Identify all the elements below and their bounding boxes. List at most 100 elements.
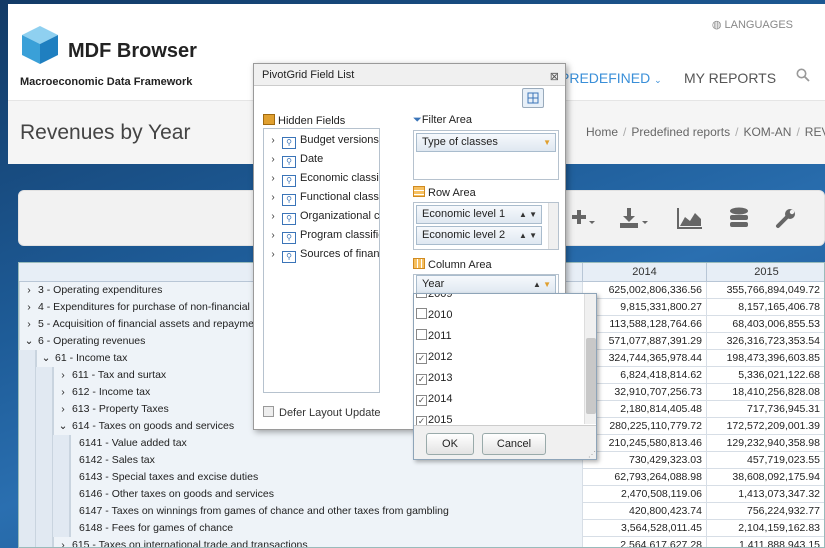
hidden-field-item[interactable]: ›⚲ Functional classification — [264, 188, 379, 207]
cancel-button[interactable]: Cancel — [482, 433, 546, 455]
year-option[interactable]: ✓ 2014 — [416, 389, 452, 410]
expand-chevron-icon[interactable]: › — [264, 188, 282, 207]
expand-chevron-icon[interactable]: › — [264, 169, 282, 188]
row-area-box[interactable]: Economic level 1 ▲ ▼ Economic level 2 ▲ … — [413, 202, 559, 250]
expand-chevron-icon[interactable]: › — [264, 131, 282, 150]
column-field-year[interactable]: Year ▲ ▼ — [416, 275, 556, 294]
checkbox-checked[interactable]: ✓ — [416, 374, 427, 385]
column-header-2014[interactable]: 2014 — [582, 263, 706, 282]
year-option[interactable]: 2011 — [416, 326, 452, 347]
row-label-text: 6147 - Taxes on winnings from games of c… — [79, 505, 449, 517]
expand-chevron-icon[interactable]: › — [22, 282, 36, 299]
dialog-title-bar[interactable]: PivotGrid Field List ⊠ — [254, 64, 565, 86]
layout-toggle-button[interactable] — [522, 88, 544, 108]
indent-spacer — [36, 418, 53, 435]
filter-area-box[interactable]: Type of classes ▼ — [413, 130, 559, 180]
indent-spacer — [36, 520, 53, 537]
search-icon[interactable] — [796, 68, 810, 87]
filter-field-type-of-classes[interactable]: Type of classes ▼ — [416, 133, 556, 152]
breadcrumb-predefined[interactable]: Predefined reports — [631, 125, 730, 139]
year-option[interactable]: ✓ 2012 — [416, 347, 452, 368]
cell-2015: 5,336,021,122.68 — [706, 367, 824, 384]
table-row[interactable]: 6148 - Fees for games of chance 3,564,528… — [19, 520, 824, 537]
year-option[interactable]: 2010 — [416, 305, 452, 326]
globe-icon: ◍ — [711, 19, 722, 31]
expand-chevron-icon[interactable]: › — [56, 537, 70, 547]
row-label: › 615 - Taxes on international trade and … — [53, 537, 582, 547]
table-row[interactable]: 6147 - Taxes on winnings from games of c… — [19, 503, 824, 520]
nav-predefined[interactable]: PREDEFINED ⌄ — [560, 70, 662, 86]
collapse-chevron-icon[interactable]: ⌄ — [39, 350, 53, 367]
expand-chevron-icon[interactable]: › — [264, 226, 282, 245]
expand-chevron-icon[interactable]: › — [264, 150, 282, 169]
hidden-fields-list[interactable]: › ⚲ Budget versions › ⚲ Date › ⚲ Economic classi… — [263, 128, 380, 393]
funnel-icon[interactable]: ▼ — [543, 134, 551, 151]
breadcrumb-home[interactable]: Home — [586, 125, 618, 139]
row-field-economic-level-1[interactable]: Economic level 1 ▲ ▼ — [416, 205, 542, 224]
checkbox-checked[interactable]: ✓ — [416, 353, 427, 364]
indent-spacer — [36, 452, 53, 469]
close-icon[interactable]: ⊠ — [550, 66, 559, 88]
expand-chevron-icon[interactable]: › — [22, 299, 36, 316]
hidden-field-item[interactable]: ›⚲ Organizational classification — [264, 207, 379, 226]
year-option[interactable]: ✓ 2013 — [416, 368, 452, 389]
row-area-icon — [413, 186, 425, 197]
expand-chevron-icon[interactable]: › — [56, 367, 70, 384]
resize-grip-icon[interactable]: ⋰ — [588, 450, 596, 459]
database-icon[interactable] — [729, 207, 749, 237]
column-header-2015[interactable]: 2015 — [706, 263, 824, 282]
checkbox-unchecked[interactable] — [416, 294, 427, 298]
row-area-scrollbar[interactable] — [548, 203, 558, 249]
hidden-field-label: Sources of financing — [300, 248, 380, 260]
popup-scrollbar[interactable] — [584, 294, 596, 424]
indent-spacer — [36, 401, 53, 418]
collapse-chevron-icon[interactable]: ⌄ — [22, 333, 36, 350]
expand-chevron-icon[interactable]: › — [56, 384, 70, 401]
hidden-fields-icon — [263, 114, 275, 125]
year-option[interactable]: 2009 — [416, 294, 452, 305]
sort-filter-icon[interactable]: ▲ ▼ — [519, 206, 537, 223]
languages-label: LANGUAGES — [724, 19, 793, 31]
add-icon[interactable] — [571, 207, 595, 235]
cell-2014: 571,077,887,391.29 — [582, 333, 706, 350]
hidden-field-item[interactable]: ›⚲ Economic classification — [264, 169, 379, 188]
breadcrumb-kom-an[interactable]: KOM-AN — [743, 125, 791, 139]
languages-menu[interactable]: ◍ LANGUAGES — [712, 18, 793, 31]
popup-footer: OK Cancel ⋰ — [414, 425, 596, 459]
wrench-icon[interactable] — [775, 207, 797, 235]
nav-my-reports[interactable]: MY REPORTS — [684, 70, 776, 86]
expand-chevron-icon[interactable]: › — [264, 207, 282, 226]
hidden-field-label: Date — [300, 153, 324, 165]
table-row[interactable]: 6146 - Other taxes on goods and services… — [19, 486, 824, 503]
hidden-field-item[interactable]: ›⚲ Sources of financing — [264, 245, 380, 264]
table-row[interactable]: 6143 - Special taxes and excise duties 62… — [19, 469, 824, 486]
expand-chevron-icon[interactable]: › — [56, 401, 70, 418]
app-name[interactable]: MDF Browser — [68, 40, 197, 63]
cell-2014: 324,744,365,978.44 — [582, 350, 706, 367]
defer-layout-update[interactable]: Defer Layout Update — [263, 406, 381, 419]
download-icon[interactable] — [619, 207, 649, 235]
area-chart-icon[interactable] — [677, 207, 703, 235]
table-row[interactable]: › 615 - Taxes on international trade and … — [19, 537, 824, 547]
cell-2014: 280,225,110,779.72 — [582, 418, 706, 435]
sort-filter-icon[interactable]: ▲ ▼ — [519, 227, 537, 244]
ok-button[interactable]: OK — [426, 433, 474, 455]
checkbox-checked[interactable]: ✓ — [416, 395, 427, 406]
column-area-header: Column Area — [413, 258, 492, 271]
row-field-economic-level-2[interactable]: Economic level 2 ▲ ▼ — [416, 226, 542, 245]
hidden-field-item[interactable]: › ⚲ Budget versions — [264, 131, 379, 150]
column-area-box[interactable]: Year ▲ ▼ — [413, 274, 559, 294]
collapse-chevron-icon[interactable]: ⌄ — [56, 418, 70, 435]
breadcrumb-separator: / — [735, 125, 739, 139]
indent-spacer — [19, 401, 36, 418]
defer-checkbox[interactable] — [263, 406, 274, 417]
checkbox-unchecked[interactable] — [416, 308, 427, 319]
expand-chevron-icon[interactable]: › — [264, 245, 282, 264]
checkbox-unchecked[interactable] — [416, 329, 427, 340]
cell-2014: 62,793,264,088.98 — [582, 469, 706, 486]
scroll-thumb[interactable] — [586, 338, 596, 414]
hidden-field-item[interactable]: ›⚲ Program classification — [264, 226, 379, 245]
expand-chevron-icon[interactable]: › — [22, 316, 36, 333]
sort-filter-icon[interactable]: ▲ ▼ — [533, 276, 551, 293]
hidden-field-item[interactable]: › ⚲ Date — [264, 150, 323, 169]
